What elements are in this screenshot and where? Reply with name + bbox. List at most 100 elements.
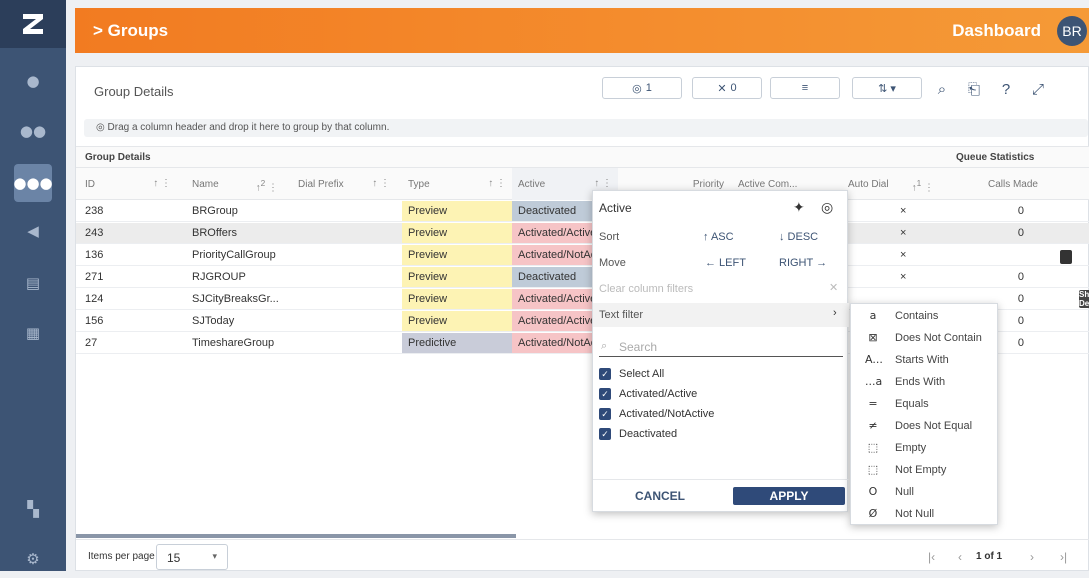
cell-calls-made: 0	[1017, 205, 1024, 217]
hide-column-icon[interactable]: ◎	[821, 199, 833, 216]
campaign-icon[interactable]: ◀	[14, 212, 52, 250]
filter-option-label: Select All	[619, 368, 665, 380]
horizontal-scrollbar[interactable]	[76, 534, 516, 538]
details-icon[interactable]	[1060, 250, 1072, 264]
col-calls-made[interactable]: Calls Made	[950, 168, 1050, 200]
filter-option-label: Activated/Active	[619, 388, 698, 400]
filter-type-item[interactable]: a Contains	[851, 306, 999, 328]
pinned-columns-button[interactable]: ✕ 0	[692, 77, 762, 99]
next-page-icon[interactable]: ›	[1030, 550, 1034, 564]
last-page-icon[interactable]: ›|	[1060, 550, 1067, 564]
table-row[interactable]: 271 RJGROUP Preview Deactivated × 0	[76, 267, 1089, 288]
close-icon: ✕	[829, 282, 839, 294]
sort-desc-button[interactable]: ↓ DESC	[779, 231, 818, 243]
first-page-icon[interactable]: |‹	[928, 550, 935, 564]
settings-icon[interactable]: ⚙	[14, 540, 52, 578]
cell-type: Preview	[402, 311, 512, 331]
groups-icon[interactable]: ●●●	[13, 164, 53, 202]
table-row[interactable]: 238 BRGroup Preview Deactivated × 0	[76, 201, 1089, 222]
filter-option[interactable]: ✓ Deactivated	[593, 425, 849, 445]
col-dial-prefix[interactable]: Dial Prefix ↑ ⋮	[292, 168, 396, 200]
filter-type-item[interactable]: ⊠ Does Not Contain	[851, 328, 999, 350]
app-logo[interactable]	[0, 0, 66, 48]
expand-icon[interactable]: ⤢	[1028, 79, 1048, 99]
prev-page-icon[interactable]: ‹	[958, 550, 962, 564]
filter-option[interactable]: ✓ Activated/NotActive	[593, 405, 849, 425]
filter-type-icon: Ø	[868, 507, 878, 520]
group-hint: Drag a column header and drop it here to…	[107, 122, 390, 133]
filter-type-item[interactable]: O Null	[851, 482, 999, 504]
sort-menu-icon[interactable]: ↑1 ⋮	[912, 178, 934, 193]
dashboard-link[interactable]: Dashboard	[952, 21, 1041, 41]
checkbox-checked-icon[interactable]: ✓	[599, 408, 611, 420]
report-icon[interactable]: ▦	[14, 314, 52, 352]
filter-type-item[interactable]: ⬚ Not Empty	[851, 460, 999, 482]
text-filter-row[interactable]: Text filter ›	[593, 303, 849, 327]
help-icon[interactable]: ?	[996, 79, 1016, 99]
sort-menu-icon[interactable]: ↑ ⋮	[488, 178, 506, 189]
search-input[interactable]: ⌕ Search	[599, 337, 843, 357]
users-icon[interactable]: ●●	[14, 112, 52, 150]
cell-name: RJGROUP	[192, 271, 246, 283]
sort-menu-icon[interactable]: ↑ ⋮	[153, 178, 171, 189]
search-icon[interactable]: ⌕	[932, 79, 952, 99]
checkbox-checked-icon[interactable]: ✓	[599, 428, 611, 440]
move-right-button[interactable]: RIGHT →	[779, 257, 827, 269]
show-details-tooltip: Show Details	[1079, 290, 1089, 308]
column-header-row: ID ↑ ⋮ Name ↑2 ⋮ Dial Prefix ↑ ⋮ Type ↑ ⋮ Ac…	[76, 168, 1089, 200]
cell-auto-dial: ×	[900, 271, 907, 283]
filter-type-item[interactable]: ≠ Does Not Equal	[851, 416, 999, 438]
filter-type-icon: ⬚	[867, 463, 879, 476]
filter-option[interactable]: ✓ Select All	[593, 365, 849, 385]
sort-menu-icon[interactable]: ↑2 ⋮	[256, 178, 278, 193]
cell-auto-dial: ×	[900, 249, 907, 261]
move-row: Move ← LEFT RIGHT →	[599, 257, 828, 269]
filter-option[interactable]: ✓ Activated/Active	[593, 385, 849, 405]
filter-type-menu: a Contains ⊠ Does Not Contain A... Starts Wit…	[850, 303, 998, 525]
table-row[interactable]: 136 PriorityCallGroup Preview Activated/Not…	[76, 245, 1089, 266]
pager: Items per page 15 ▾ |‹ ‹ 1 of 1 › ›|	[76, 539, 1089, 572]
filter-type-item[interactable]: Ø Not Null	[851, 504, 999, 526]
sort-index-name: 2	[260, 178, 266, 188]
sort-button[interactable]: ⇅ ▾	[852, 77, 922, 99]
table-row[interactable]: 243 BROffers Preview Activated/Active × 0	[76, 223, 1089, 244]
nav-rail: ● ●● ●●● ◀ ▤ ▦ ▚ ⚙	[0, 0, 66, 571]
filter-type-item[interactable]: = Equals	[851, 394, 999, 416]
move-left-button[interactable]: ← LEFT	[705, 257, 746, 269]
filter-icon: ≡	[801, 82, 809, 94]
cell-calls-made: 0	[1017, 227, 1024, 239]
filter-type-icon: ⬚	[867, 441, 879, 454]
filter-type-label: Not Empty	[895, 464, 947, 476]
pin-icon[interactable]: ✦	[793, 199, 805, 216]
cell-auto-dial: ×	[900, 227, 907, 239]
filter-type-item[interactable]: ⬚ Empty	[851, 438, 999, 460]
user-icon[interactable]: ●	[14, 62, 52, 100]
cancel-button[interactable]: CANCEL	[635, 489, 691, 503]
export-icon[interactable]: ⎗	[964, 79, 984, 99]
avatar[interactable]: BR	[1057, 16, 1087, 46]
apply-button[interactable]: APPLY	[733, 487, 845, 505]
filter-type-item[interactable]: ...a Ends With	[851, 372, 999, 394]
filter-button[interactable]: ≡	[770, 77, 840, 99]
clear-filters-row[interactable]: Clear column filters ✕	[593, 277, 849, 301]
col-id[interactable]: ID ↑ ⋮	[76, 168, 177, 200]
checkbox-checked-icon[interactable]: ✓	[599, 388, 611, 400]
cell-name: TimeshareGroup	[192, 337, 275, 349]
filter-type-item[interactable]: A... Starts With	[851, 350, 999, 372]
hidden-columns-button[interactable]: ◎ 1	[602, 77, 682, 99]
sort-menu-icon[interactable]: ↑ ⋮	[372, 178, 390, 189]
group-drop-zone[interactable]: ◎ Drag a column header and drop it here …	[84, 119, 1088, 137]
dashboard-icon[interactable]: ▚	[14, 490, 52, 528]
server-icon[interactable]: ▤	[14, 264, 52, 302]
cell-type: Preview	[402, 245, 512, 265]
page-info: 1 of 1	[976, 551, 1003, 562]
items-per-page-select[interactable]: 15 ▾	[156, 544, 228, 570]
sort-asc-button[interactable]: ↑ ASC	[703, 231, 734, 243]
col-name[interactable]: Name ↑2 ⋮	[186, 168, 284, 200]
col-auto-dial[interactable]: Auto Dial ↑1 ⋮	[844, 168, 940, 200]
cell-type: Preview	[402, 223, 512, 243]
sort-menu-icon[interactable]: ↑ ⋮	[594, 178, 612, 189]
filter-option-label: Deactivated	[619, 428, 678, 440]
checkbox-checked-icon[interactable]: ✓	[599, 368, 611, 380]
col-type[interactable]: Type ↑ ⋮	[402, 168, 512, 200]
